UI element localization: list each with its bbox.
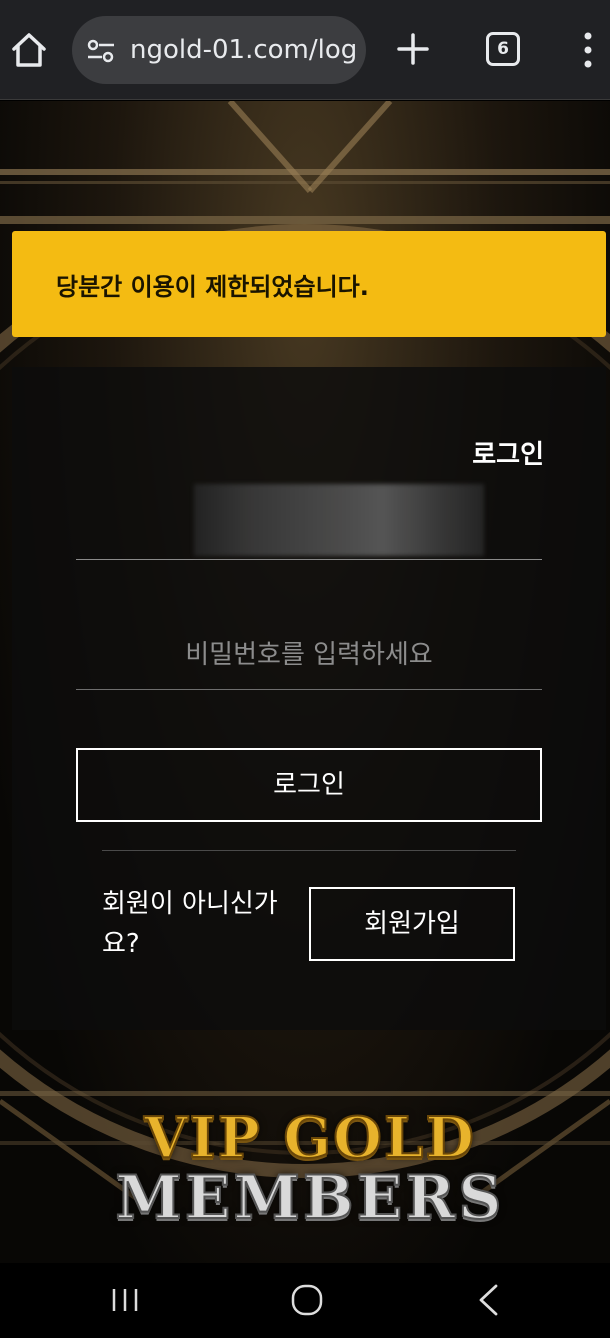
restriction-alert: 당분간 이용이 제한되었습니다. bbox=[12, 231, 606, 337]
tune-icon[interactable] bbox=[86, 38, 116, 64]
alert-message: 당분간 이용이 제한되었습니다. bbox=[56, 273, 369, 301]
address-bar[interactable]: ngold-01.com/log bbox=[72, 16, 366, 84]
not-member-text: 회원이 아니신가요? bbox=[102, 889, 278, 959]
system-nav-bar bbox=[0, 1263, 610, 1338]
login-title: 로그인 bbox=[472, 440, 544, 470]
plus-icon[interactable] bbox=[396, 32, 430, 66]
home-icon[interactable] bbox=[10, 30, 48, 70]
tab-switcher-button[interactable]: 6 bbox=[486, 32, 520, 66]
password-input[interactable] bbox=[76, 620, 542, 689]
recents-icon[interactable] bbox=[110, 1287, 140, 1313]
url-text: ngold-01.com/log bbox=[130, 35, 358, 65]
vip-gold-members-logo: VIP GOLD MEMBERS bbox=[60, 1104, 560, 1234]
password-field[interactable] bbox=[76, 620, 542, 690]
logo-line-2: MEMBERS bbox=[114, 1162, 505, 1234]
back-icon[interactable] bbox=[476, 1283, 500, 1317]
signup-button[interactable]: 회원가입 bbox=[309, 887, 515, 961]
login-button[interactable]: 로그인 bbox=[76, 748, 542, 822]
redacted-username bbox=[194, 484, 484, 556]
circle-home-icon[interactable] bbox=[290, 1283, 324, 1317]
browser-toolbar: ngold-01.com/log 6 bbox=[0, 0, 610, 100]
divider bbox=[102, 850, 516, 851]
logo-line-1: VIP GOLD bbox=[143, 1104, 476, 1172]
username-field[interactable] bbox=[76, 478, 542, 560]
more-vert-icon[interactable] bbox=[578, 30, 598, 70]
